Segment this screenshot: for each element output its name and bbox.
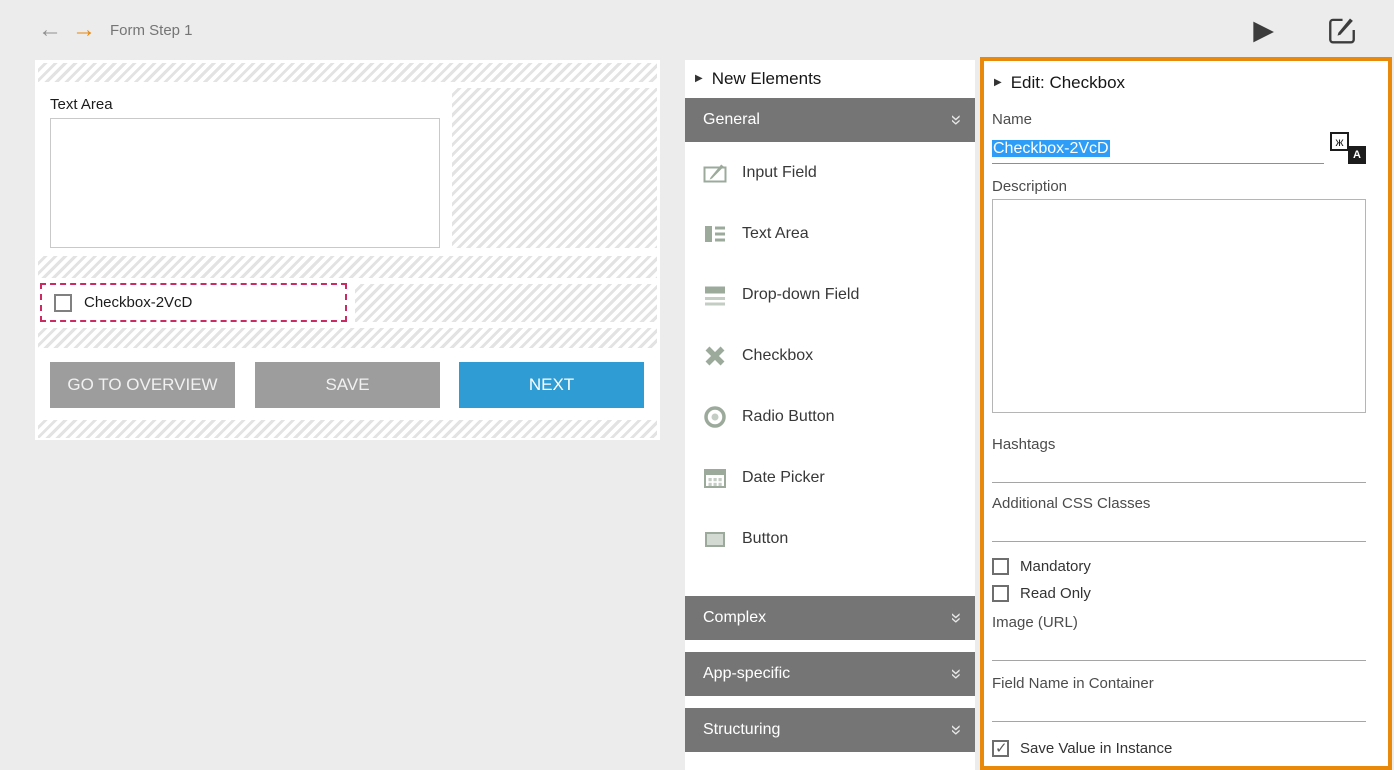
mandatory-row[interactable]: ✓ Mandatory [992, 558, 1366, 575]
drop-placeholder-hatch [452, 88, 657, 248]
button-icon [701, 525, 729, 553]
new-elements-panel: ▶ New Elements General » Input Field [685, 60, 975, 770]
topbar-actions: ▶ [1253, 14, 1358, 46]
save-value-checkbox[interactable]: ✓ [992, 740, 1009, 757]
section-label: Complex [703, 609, 766, 627]
preview-play-icon[interactable]: ▶ [1253, 17, 1274, 44]
input-field-icon [701, 159, 729, 187]
edit-checkbox-panel: ▶ Edit: Checkbox Name Checkbox-2VcD ж A … [980, 57, 1392, 770]
element-label: Button [742, 530, 788, 548]
translate-char: ж [1330, 132, 1349, 151]
drop-placeholder-hatch [38, 420, 657, 438]
chevron-double-icon: » [945, 669, 967, 680]
save-value-label: Save Value in Instance [1020, 740, 1172, 757]
name-input[interactable]: Checkbox-2VcD [992, 138, 1324, 164]
element-item-input-field[interactable]: Input Field [685, 142, 975, 203]
element-label: Drop-down Field [742, 286, 859, 304]
chevron-double-icon: » [945, 115, 967, 126]
name-field-row: Checkbox-2VcD ж A [992, 132, 1366, 164]
element-label: Input Field [742, 164, 817, 182]
save-button[interactable]: SAVE [255, 362, 440, 408]
element-item-dropdown-field[interactable]: Drop-down Field [685, 264, 975, 325]
read-only-label: Read Only [1020, 585, 1091, 602]
canvas-textarea[interactable] [50, 118, 440, 248]
back-arrow-icon[interactable]: ← [38, 18, 62, 42]
new-elements-title: New Elements [712, 69, 822, 89]
element-label: Text Area [742, 225, 809, 243]
translate-icon[interactable]: ж A [1330, 132, 1366, 164]
section-app-specific[interactable]: App-specific » [685, 652, 975, 696]
element-item-button[interactable]: Button [685, 508, 975, 569]
element-item-text-area[interactable]: Text Area [685, 203, 975, 264]
selected-checkbox-element[interactable]: Checkbox-2VcD [40, 283, 347, 322]
forward-arrow-icon[interactable]: → [72, 18, 96, 42]
read-only-checkbox[interactable]: ✓ [992, 585, 1009, 602]
element-item-checkbox[interactable]: Checkbox [685, 325, 975, 386]
image-url-input[interactable] [992, 635, 1366, 661]
chevron-double-icon: » [945, 613, 967, 624]
canvas-checkbox[interactable] [54, 294, 72, 312]
drop-placeholder-hatch [38, 256, 657, 278]
save-value-row[interactable]: ✓ Save Value in Instance [992, 740, 1366, 757]
element-label: Date Picker [742, 469, 825, 487]
name-label: Name [992, 111, 1366, 128]
description-label: Description [992, 178, 1366, 195]
edit-panel-title: Edit: Checkbox [1011, 73, 1125, 93]
dropdown-field-icon [701, 281, 729, 309]
edit-panel-header[interactable]: ▶ Edit: Checkbox [994, 73, 1366, 93]
css-classes-label: Additional CSS Classes [992, 495, 1366, 512]
breadcrumb-title: Form Step 1 [110, 22, 193, 39]
top-bar: ← → Form Step 1 ▶ [0, 0, 1394, 60]
field-name-input[interactable] [992, 696, 1366, 722]
hashtags-label: Hashtags [992, 436, 1366, 453]
new-elements-header[interactable]: ▶ New Elements [685, 60, 975, 98]
go-to-overview-button[interactable]: GO TO OVERVIEW [50, 362, 235, 408]
element-item-date-picker[interactable]: Date Picker [685, 447, 975, 508]
next-button[interactable]: NEXT [459, 362, 644, 408]
collapse-arrow-icon: ▶ [994, 78, 1002, 88]
css-classes-input[interactable] [992, 516, 1366, 542]
element-item-radio-button[interactable]: Radio Button [685, 386, 975, 447]
description-textarea[interactable] [992, 199, 1366, 413]
element-list: Input Field Text Area Drop-down Field [685, 142, 975, 569]
section-label: Structuring [703, 721, 780, 739]
section-label: App-specific [703, 665, 790, 683]
app-root: ← → Form Step 1 ▶ Text Area Checkbox-2Vc… [0, 0, 1394, 770]
drop-placeholder-hatch [38, 328, 657, 348]
hashtags-input[interactable] [992, 457, 1366, 483]
checkbox-icon [701, 342, 729, 370]
collapse-arrow-icon: ▶ [695, 74, 703, 84]
canvas-textarea-label: Text Area [50, 96, 113, 113]
date-picker-icon [701, 464, 729, 492]
edit-page-icon[interactable] [1326, 14, 1358, 46]
mandatory-checkbox[interactable]: ✓ [992, 558, 1009, 575]
read-only-row[interactable]: ✓ Read Only [992, 585, 1366, 602]
drop-placeholder-hatch [355, 284, 657, 322]
translate-a: A [1348, 146, 1366, 164]
element-label: Radio Button [742, 408, 835, 426]
image-url-label: Image (URL) [992, 614, 1366, 631]
section-structuring[interactable]: Structuring » [685, 708, 975, 752]
chevron-double-icon: » [945, 725, 967, 736]
name-value-selected: Checkbox-2VcD [992, 140, 1110, 157]
field-name-label: Field Name in Container [992, 675, 1366, 692]
radio-button-icon [701, 403, 729, 431]
section-label: General [703, 111, 760, 129]
section-complex[interactable]: Complex » [685, 596, 975, 640]
form-canvas: Text Area Checkbox-2VcD GO TO OVERVIEW S… [35, 60, 660, 440]
text-area-icon [701, 220, 729, 248]
element-label: Checkbox [742, 347, 813, 365]
mandatory-label: Mandatory [1020, 558, 1091, 575]
section-general[interactable]: General » [685, 98, 975, 142]
drop-placeholder-hatch [38, 63, 657, 82]
canvas-checkbox-label: Checkbox-2VcD [84, 294, 192, 311]
